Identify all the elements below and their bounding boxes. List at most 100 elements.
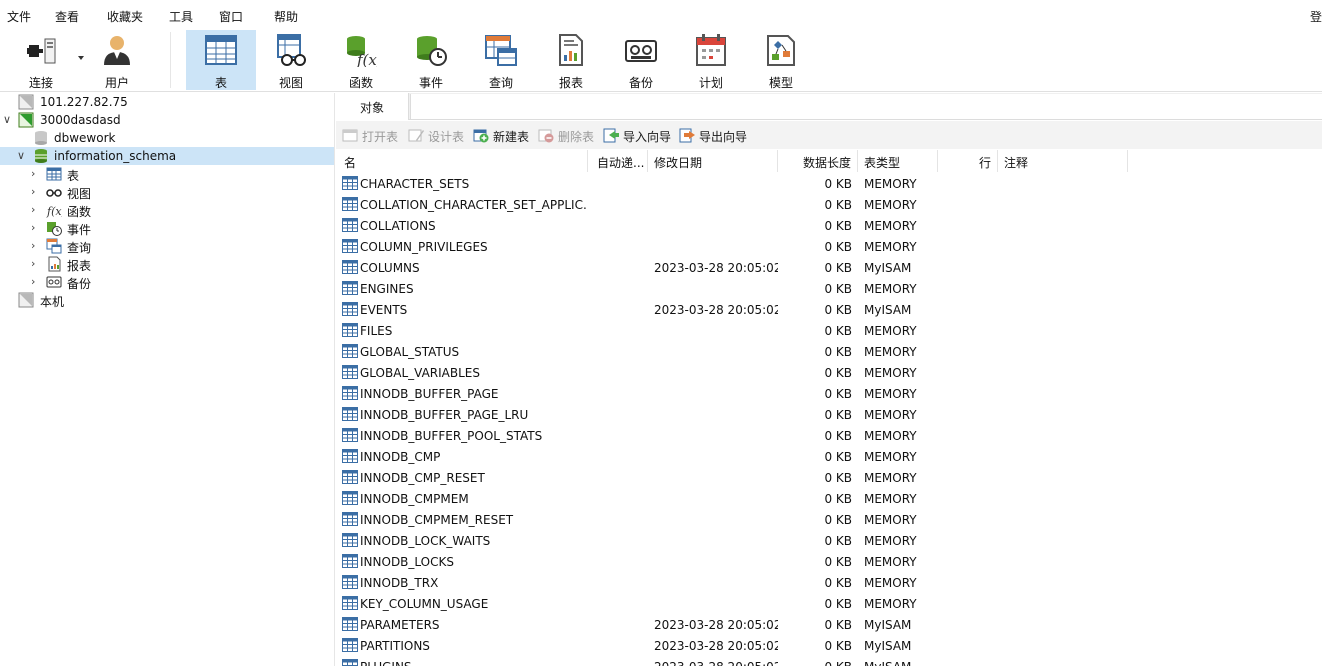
table-row[interactable]: PARAMETERS 2023-03-28 20:05:02 0 KB MyISAM	[336, 614, 1322, 635]
design-table-button[interactable]: 设计表	[408, 127, 470, 144]
table-row[interactable]: INNODB_TRX 0 KB MEMORY	[336, 572, 1322, 593]
tree-node-views[interactable]: › 视图	[0, 183, 334, 202]
report-button[interactable]: 报表	[536, 30, 606, 90]
column-header-engine[interactable]: 表类型	[858, 150, 938, 172]
chevron-down-icon[interactable]: ∨	[17, 150, 27, 162]
column-header-modified[interactable]: 修改日期	[648, 150, 778, 172]
tree-node-database[interactable]: dbwework	[0, 129, 334, 147]
table-row[interactable]: INNODB_BUFFER_PAGE_LRU 0 KB MEMORY	[336, 404, 1322, 425]
tree-node-label: 视图	[67, 187, 92, 201]
user-button[interactable]: 用户	[82, 30, 152, 90]
column-header-rows[interactable]: 行	[938, 150, 998, 172]
cell-name: KEY_COLUMN_USAGE	[360, 597, 489, 611]
new-table-button[interactable]: 新建表	[473, 127, 535, 144]
login-button[interactable]: 登	[1310, 8, 1322, 25]
schedule-label: 计划	[698, 76, 723, 90]
cell-engine: MEMORY	[864, 345, 917, 359]
query-button[interactable]: 查询	[466, 30, 536, 90]
table-row[interactable]: GLOBAL_STATUS 0 KB MEMORY	[336, 341, 1322, 362]
tree-node-label: 事件	[67, 223, 92, 237]
table-button[interactable]: 表	[186, 30, 256, 90]
chevron-down-icon[interactable]: ∨	[3, 114, 13, 126]
table-row[interactable]: INNODB_LOCK_WAITS 0 KB MEMORY	[336, 530, 1322, 551]
chevron-right-icon[interactable]: ›	[31, 204, 41, 216]
table-row[interactable]: COLUMNS 2023-03-28 20:05:02 0 KB MyISAM	[336, 257, 1322, 278]
tree-node-server[interactable]: 101.227.82.75	[0, 93, 334, 111]
chevron-right-icon[interactable]: ›	[31, 276, 41, 288]
cell-engine: MyISAM	[864, 261, 912, 275]
table-row[interactable]: FILES 0 KB MEMORY	[336, 320, 1322, 341]
table-row[interactable]: PLUGINS 2023-03-28 20:05:020 KB MyISAM	[336, 656, 1322, 666]
table-row[interactable]: COLLATIONS 0 KB MEMORY	[336, 215, 1322, 236]
column-header-auto-increment[interactable]: 自动递...	[588, 150, 648, 172]
tree-node-label: 函数	[67, 205, 92, 219]
cell-name: FILES	[360, 324, 393, 338]
table-row[interactable]: GLOBAL_VARIABLES 0 KB MEMORY	[336, 362, 1322, 383]
chevron-right-icon[interactable]: ›	[31, 168, 41, 180]
tree-node-queries[interactable]: › 查询	[0, 237, 334, 255]
open-table-button[interactable]: 打开表	[342, 127, 404, 144]
chevron-right-icon[interactable]: ›	[31, 186, 41, 198]
column-header-name[interactable]: 名	[336, 150, 588, 172]
function-button[interactable]: f(x) 函数	[326, 30, 396, 90]
cell-engine: MEMORY	[864, 597, 917, 611]
chevron-right-icon[interactable]: ›	[31, 240, 41, 252]
tab-objects[interactable]: 对象	[336, 93, 409, 120]
menu-view[interactable]: 查看	[55, 8, 79, 25]
tree-node-functions[interactable]: › f(x) 函数	[0, 201, 334, 220]
tree-node-tables[interactable]: › 表	[0, 165, 334, 183]
chevron-right-icon[interactable]: ›	[31, 258, 41, 270]
schedule-button[interactable]: 计划	[676, 30, 746, 90]
connection-tree: 101.227.82.75 ∨ 3000dasdasd dbwework ∨ i…	[0, 93, 335, 666]
menu-favorites[interactable]: 收藏夹	[107, 8, 143, 25]
table-row[interactable]: INNODB_CMP 0 KB MEMORY	[336, 446, 1322, 467]
connect-button[interactable]: 连接	[6, 30, 84, 90]
table-row[interactable]: INNODB_CMP_RESET 0 KB MEMORY	[336, 467, 1322, 488]
column-header-comment[interactable]: 注释	[998, 150, 1128, 172]
table-row[interactable]: INNODB_LOCKS 0 KB MEMORY	[336, 551, 1322, 572]
view-button[interactable]: 视图	[256, 30, 326, 90]
table-icon	[342, 554, 358, 568]
tree-node-server-active[interactable]: ∨ 3000dasdasd	[0, 111, 334, 129]
cell-engine: MEMORY	[864, 555, 917, 569]
tree-node-backups[interactable]: › 备份	[0, 273, 334, 292]
table-row[interactable]: CHARACTER_SETS 0 KB MEMORY	[336, 173, 1322, 194]
table-row[interactable]: INNODB_CMPMEM_RESET 0 KB MEMORY	[336, 509, 1322, 530]
event-button[interactable]: 事件	[396, 30, 466, 90]
menu-help[interactable]: 帮助	[274, 8, 298, 25]
tree-node-label: 3000dasdasd	[40, 113, 121, 127]
table-row[interactable]: COLLATION_CHARACTER_SET_APPLIC... 0 KB MEM…	[336, 194, 1322, 215]
cell-engine: MEMORY	[864, 177, 917, 191]
table-row[interactable]: EVENTS 2023-03-28 20:05:02 0 KB MyISAM	[336, 299, 1322, 320]
export-wizard-button[interactable]: 导出向导	[679, 127, 751, 144]
cell-name: GLOBAL_VARIABLES	[360, 366, 480, 380]
table-row[interactable]: PARTITIONS 2023-03-28 20:05:02 0 KB MyISAM	[336, 635, 1322, 656]
tree-node-events[interactable]: › 事件	[0, 219, 334, 238]
cell-data-length: 0 KB	[824, 240, 852, 254]
chevron-right-icon[interactable]: ›	[31, 222, 41, 234]
tree-node-label: information_schema	[54, 149, 177, 163]
server-icon	[18, 94, 34, 110]
table-row[interactable]: INNODB_BUFFER_PAGE 0 KB MEMORY	[336, 383, 1322, 404]
table-row[interactable]: ENGINES 0 KB MEMORY	[336, 278, 1322, 299]
model-button[interactable]: 模型	[746, 30, 816, 90]
menu-file[interactable]: 文件	[7, 8, 31, 25]
import-wizard-button[interactable]: 导入向导	[603, 127, 675, 144]
table-label: 表	[214, 76, 227, 90]
table-row[interactable]: COLUMN_PRIVILEGES 0 KB MEMORY	[336, 236, 1322, 257]
object-panel: 对象 打开表 设计表 新建表 删除表 导入向导 导出向导 名 自动递... 修改…	[336, 93, 1322, 666]
view-label: 视图	[278, 76, 303, 90]
table-row[interactable]: INNODB_BUFFER_POOL_STATS 0 KB MEMORY	[336, 425, 1322, 446]
menu-window[interactable]: 窗口	[219, 8, 243, 25]
menu-tools[interactable]: 工具	[169, 8, 193, 25]
tree-node-database-selected[interactable]: ∨ information_schema	[0, 147, 334, 165]
column-header-data-length[interactable]: 数据长度	[778, 150, 858, 172]
tree-node-local[interactable]: 本机	[0, 291, 334, 309]
table-row[interactable]: KEY_COLUMN_USAGE 0 KB MEMORY	[336, 593, 1322, 614]
delete-table-button[interactable]: 删除表	[538, 127, 600, 144]
tree-node-label: 表	[67, 169, 80, 183]
tree-node-reports[interactable]: › 报表	[0, 255, 334, 273]
table-row[interactable]: INNODB_CMPMEM 0 KB MEMORY	[336, 488, 1322, 509]
database-icon	[35, 131, 47, 145]
backup-button[interactable]: 备份	[606, 30, 676, 90]
